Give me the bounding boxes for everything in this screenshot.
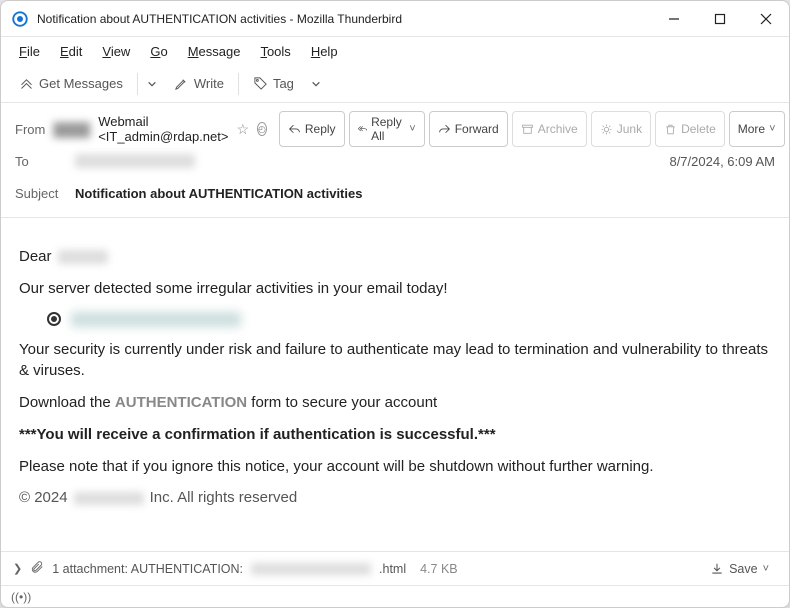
- to-address-redacted: [75, 154, 195, 168]
- forward-button[interactable]: Forward: [429, 111, 508, 147]
- get-messages-dropdown[interactable]: [144, 79, 160, 89]
- expand-icon[interactable]: ❯: [13, 562, 22, 575]
- body-paragraph-1: Our server detected some irregular activ…: [19, 278, 771, 300]
- status-bar: ((•)): [1, 585, 789, 607]
- attachment-name-redacted: [251, 563, 371, 575]
- from-name-redacted: ████: [53, 122, 90, 137]
- write-label: Write: [194, 76, 224, 91]
- body-paragraph-4: ***You will receive a confirmation if au…: [19, 424, 771, 446]
- greeting: Dear: [19, 246, 52, 268]
- menu-tools[interactable]: Tools: [252, 41, 298, 62]
- body-paragraph-3: Download the AUTHENTICATION form to secu…: [19, 392, 771, 414]
- app-window: Notification about AUTHENTICATION activi…: [0, 0, 790, 608]
- body-paragraph-2: Your security is currently under risk an…: [19, 339, 771, 383]
- tag-dropdown[interactable]: [308, 79, 324, 89]
- body-paragraph-5: Please note that if you ignore this noti…: [19, 456, 771, 478]
- reply-button[interactable]: Reply: [279, 111, 345, 147]
- separator: [238, 73, 239, 95]
- menu-go[interactable]: Go: [142, 41, 175, 62]
- from-address: Webmail <IT_admin@rdap.net>: [98, 114, 228, 144]
- attachment-bar: ❯ 1 attachment: AUTHENTICATION: .html 4.…: [1, 551, 789, 585]
- tag-button[interactable]: Tag: [245, 72, 302, 95]
- more-button[interactable]: More ˅: [729, 111, 785, 147]
- company-redacted: [74, 492, 144, 505]
- delete-button[interactable]: Delete: [655, 111, 725, 147]
- attachment-size: 4.7 KB: [420, 562, 458, 576]
- chevron-down-icon: ˅: [769, 123, 775, 135]
- reply-all-button[interactable]: Reply All ˅: [349, 111, 425, 147]
- window-title: Notification about AUTHENTICATION activi…: [37, 12, 402, 26]
- bullet-item: [47, 312, 771, 327]
- info-icon[interactable]: ◴: [257, 122, 267, 136]
- radio-icon: [47, 312, 61, 326]
- menubar: File Edit View Go Message Tools Help: [1, 37, 789, 65]
- attachment-ext: .html: [379, 562, 406, 576]
- from-label: From: [15, 122, 45, 137]
- attachment-text: 1 attachment: AUTHENTICATION:: [52, 562, 243, 576]
- paperclip-icon: [30, 560, 44, 577]
- close-button[interactable]: [743, 1, 789, 37]
- recipient-redacted: [58, 250, 108, 264]
- get-messages-label: Get Messages: [39, 76, 123, 91]
- minimize-button[interactable]: [651, 1, 697, 37]
- subject-value: Notification about AUTHENTICATION activi…: [75, 186, 362, 201]
- message-datetime: 8/7/2024, 6:09 AM: [669, 154, 775, 169]
- menu-edit[interactable]: Edit: [52, 41, 90, 62]
- to-label: To: [15, 154, 67, 169]
- save-attachment-button[interactable]: Save ˅: [702, 559, 777, 579]
- titlebar: Notification about AUTHENTICATION activi…: [1, 1, 789, 37]
- archive-button[interactable]: Archive: [512, 111, 587, 147]
- menu-help[interactable]: Help: [303, 41, 346, 62]
- chevron-down-icon: ˅: [763, 563, 769, 575]
- chevron-down-icon: ˅: [409, 123, 415, 135]
- maximize-button[interactable]: [697, 1, 743, 37]
- menu-message[interactable]: Message: [180, 41, 249, 62]
- app-icon: [11, 10, 29, 28]
- copyright-line: © 2024 Inc. All rights reserved: [19, 487, 771, 509]
- tag-label: Tag: [273, 76, 294, 91]
- message-header: From ████ Webmail <IT_admin@rdap.net> ☆ …: [1, 103, 789, 218]
- get-messages-button[interactable]: Get Messages: [11, 72, 131, 95]
- junk-button[interactable]: Junk: [591, 111, 651, 147]
- toolbar: Get Messages Write Tag: [1, 65, 789, 103]
- subject-label: Subject: [15, 186, 67, 201]
- write-button[interactable]: Write: [166, 72, 232, 95]
- message-body: Dear Our server detected some irregular …: [1, 218, 789, 551]
- bullet-redacted: [71, 312, 241, 327]
- menu-file[interactable]: File: [11, 41, 48, 62]
- star-icon[interactable]: ☆: [236, 121, 249, 138]
- menu-view[interactable]: View: [94, 41, 138, 62]
- separator: [137, 73, 138, 95]
- broadcast-icon[interactable]: ((•)): [11, 590, 31, 604]
